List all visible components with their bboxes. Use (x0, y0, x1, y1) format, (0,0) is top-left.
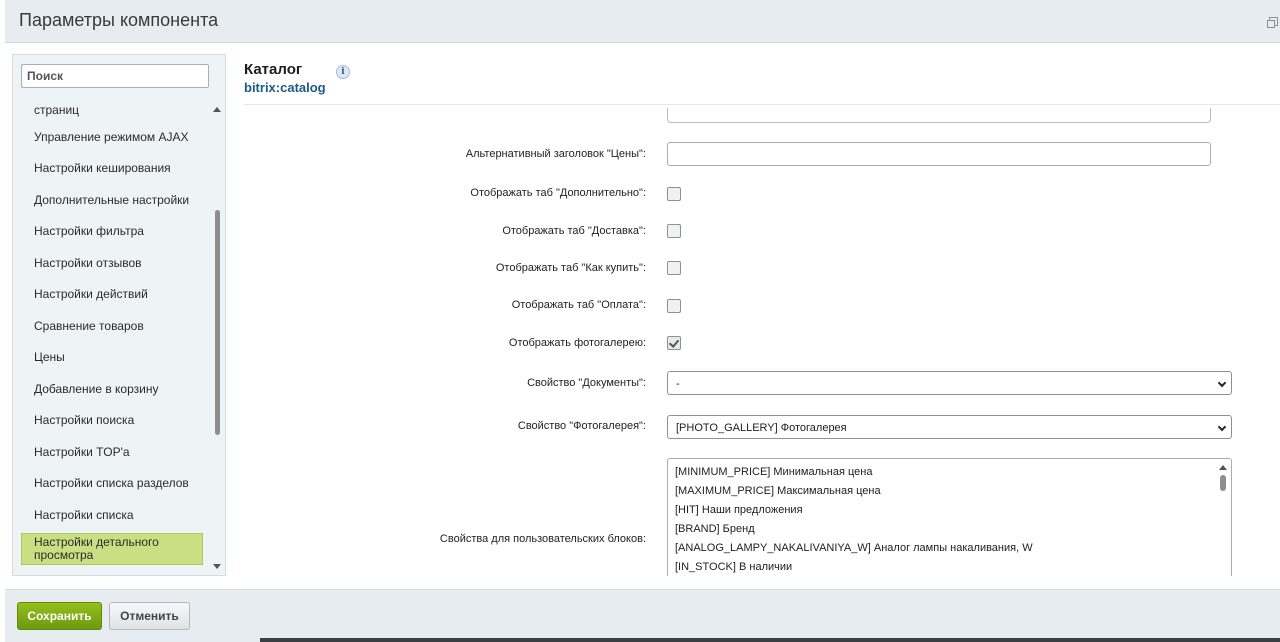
show-tab-howtobuy-label: Отображать таб "Как купить": (495, 262, 646, 274)
sidebar-item-cache[interactable]: Настройки кеширования (21, 162, 203, 175)
alt-price-title-input[interactable] (667, 142, 1211, 166)
list-item[interactable]: [MINIMUM_PRICE] Минимальная цена (675, 466, 872, 478)
show-gallery-checkbox[interactable] (667, 336, 681, 350)
gallery-property-label: Свойство "Фотогалерея": (517, 420, 646, 432)
sidebar-item-top[interactable]: Настройки TOP'а (21, 446, 203, 459)
chevron-down-icon (1217, 422, 1227, 432)
sidebar-item-pages[interactable]: страниц (21, 104, 203, 117)
sidebar-nav-list: страниц Управление режимом AJAX Настройк… (21, 99, 213, 574)
sidebar-item-actions[interactable]: Настройки действий (21, 288, 203, 301)
dialog-footer (5, 589, 1280, 642)
previous-field-input[interactable] (667, 108, 1211, 123)
save-button[interactable]: Сохранить (17, 602, 102, 630)
search-input[interactable] (21, 64, 209, 88)
show-gallery-label: Отображать фотогалерею: (508, 337, 646, 349)
sidebar-item-ajax[interactable]: Управление режимом AJAX (21, 131, 203, 144)
dialog-title: Параметры компонента (19, 10, 219, 30)
list-item[interactable]: [BRAND] Бренд (675, 523, 755, 535)
multiselect-scrollbar-thumb[interactable] (1220, 475, 1226, 491)
sidebar-item-detail[interactable]: Настройки детального просмотра (21, 533, 203, 565)
sidebar-item-compare[interactable]: Сравнение товаров (21, 320, 203, 333)
cancel-button[interactable]: Отменить (109, 602, 190, 630)
show-tab-payment-checkbox[interactable] (667, 299, 681, 313)
list-item[interactable]: [HIT] Наши предложения (675, 504, 803, 516)
sidebar-item-reviews[interactable]: Настройки отзывов (21, 257, 203, 270)
list-item[interactable]: [ANALOG_LAMPY_NAKALIVANIYA_W] Аналог лам… (675, 542, 1033, 554)
content-divider (244, 104, 1280, 105)
list-item[interactable]: [MAXIMUM_PRICE] Максимальная цена (675, 485, 881, 497)
chevron-down-icon (1217, 378, 1227, 388)
sidebar-item-prices[interactable]: Цены (21, 351, 203, 364)
sidebar: страниц Управление режимом AJAX Настройк… (12, 54, 226, 576)
list-item[interactable]: [IN_STOCK] В наличии (675, 561, 792, 573)
scroll-up-arrow-icon[interactable] (1219, 465, 1227, 470)
sidebar-item-additional[interactable]: Дополнительные настройки (21, 194, 203, 207)
custom-blocks-multiselect[interactable]: [MINIMUM_PRICE] Минимальная цена [MAXIMU… (667, 458, 1232, 576)
gallery-property-select[interactable]: [PHOTO_GALLERY] Фотогалерея (667, 415, 1232, 439)
show-tab-howtobuy-checkbox[interactable] (667, 261, 681, 275)
custom-blocks-label: Свойства для пользовательских блоков: (439, 533, 646, 545)
docs-property-value: - (676, 378, 680, 390)
sidebar-item-filter[interactable]: Настройки фильтра (21, 225, 203, 238)
show-tab-payment-label: Отображать таб "Оплата": (511, 299, 646, 311)
sidebar-item-section-list[interactable]: Настройки списка разделов (21, 477, 203, 490)
scroll-up-arrow-icon[interactable] (213, 107, 221, 112)
sidebar-scrollbar-thumb[interactable] (215, 210, 220, 435)
show-tab-additional-checkbox[interactable] (667, 187, 681, 201)
taskbar-edge (260, 638, 1280, 642)
dialog-header: Параметры компонента (5, 0, 1280, 43)
gallery-property-value: [PHOTO_GALLERY] Фотогалерея (676, 422, 847, 434)
show-tab-delivery-label: Отображать таб "Доставка": (502, 225, 646, 237)
alt-price-title-label: Альтернативный заголовок "Цены": (465, 148, 646, 160)
sidebar-item-list[interactable]: Настройки списка (21, 509, 203, 522)
sidebar-item-search[interactable]: Настройки поиска (21, 414, 203, 427)
scroll-down-arrow-icon[interactable] (213, 564, 221, 569)
sidebar-item-basket[interactable]: Добавление в корзину (21, 383, 203, 396)
component-title: Каталог (244, 61, 303, 78)
show-tab-additional-label: Отображать таб "Дополнительно": (470, 187, 646, 199)
expand-window-icon[interactable] (1267, 17, 1278, 28)
info-icon[interactable]: i (336, 65, 350, 79)
docs-property-label: Свойство "Документы": (527, 377, 646, 389)
docs-property-select[interactable]: - (667, 371, 1232, 395)
show-tab-delivery-checkbox[interactable] (667, 224, 681, 238)
component-code: bitrix:catalog (244, 80, 326, 95)
